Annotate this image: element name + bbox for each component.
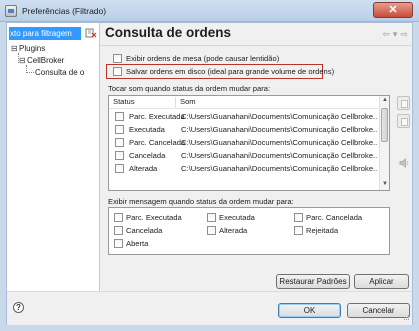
row-checkbox[interactable] <box>115 164 124 173</box>
scroll-down-icon[interactable]: ▼ <box>381 181 389 187</box>
forward-arrow-icon[interactable]: ⇨ <box>400 29 408 39</box>
ok-button[interactable]: OK <box>278 303 341 318</box>
msg-checkbox-cancelada[interactable] <box>114 226 123 235</box>
table-row[interactable]: Executada C:\Users\Guanahani\Documents\C… <box>109 123 381 136</box>
tree-connector <box>26 72 34 73</box>
restore-defaults-button[interactable]: Restaurar Padrões <box>276 274 350 289</box>
table-scrollbar[interactable]: ▲ ▼ <box>379 96 389 190</box>
table-row[interactable]: Parc. Cancelada C:\Users\Guanahani\Docum… <box>109 136 381 149</box>
msg-label: Alterada <box>219 226 248 235</box>
save-orders-disk-label: Salvar ordens em disco (ideal para grand… <box>126 67 335 76</box>
window-title: Preferências (Filtrado) <box>22 6 107 16</box>
row-status: Parc. Executada <box>129 112 185 121</box>
row-status: Parc. Cancelada <box>129 138 186 147</box>
show-desk-orders-checkbox[interactable] <box>113 54 122 63</box>
preferences-tree-pane: ⊟Plugins ⊟CellBroker Consulta de o <box>7 23 100 291</box>
row-status: Cancelada <box>129 151 166 160</box>
msg-label: Cancelada <box>126 226 163 235</box>
row-sound-path: C:\Users\Guanahani\Documents\Comunicação… <box>181 164 377 173</box>
filter-input[interactable] <box>9 27 81 40</box>
msg-label: Parc. Executada <box>126 213 182 222</box>
cancel-button[interactable]: Cancelar <box>347 303 410 318</box>
scroll-up-icon[interactable]: ▲ <box>381 97 389 103</box>
status-column-header[interactable]: Status <box>109 96 175 109</box>
status-sound-table: Status Som Parc. Executada C:\Users\Guan… <box>108 95 390 191</box>
save-orders-disk-checkbox[interactable] <box>113 67 122 76</box>
message-status-list: Parc. Executada Executada Parc. Cancelad… <box>108 207 390 255</box>
table-row[interactable]: Cancelada C:\Users\Guanahani\Documents\C… <box>109 149 381 162</box>
row-sound-path: C:\Users\Guanahani\Documents\Comunicação… <box>181 138 377 147</box>
preference-page: Consulta de ordens ⇦ ▾ ⇨ Exibir ordens de … <box>101 23 414 291</box>
table-row[interactable]: Alterada C:\Users\Guanahani\Documents\Co… <box>109 162 381 175</box>
tree-item-label: Consulta de o <box>35 68 85 77</box>
window-titlebar: Preferências (Filtrado) ✕ <box>0 0 419 22</box>
msg-label: Parc. Cancelada <box>306 213 363 222</box>
edit-sound-button[interactable] <box>397 114 410 128</box>
chevron-down-icon[interactable]: ▾ <box>393 29 398 39</box>
tree-item-consulta-de-ordens[interactable]: Consulta de o <box>35 68 84 77</box>
msg-label: Aberta <box>126 239 149 248</box>
speaker-icon[interactable] <box>398 157 410 169</box>
resize-grip-icon[interactable] <box>402 314 410 322</box>
row-sound-path: C:\Users\Guanahani\Documents\Comunicação… <box>181 112 377 121</box>
dialog-body: ⊟Plugins ⊟CellBroker Consulta de o Consu… <box>6 22 414 325</box>
msg-checkbox-executada[interactable] <box>207 213 216 222</box>
table-row[interactable]: Parc. Executada C:\Users\Guanahani\Docum… <box>109 110 381 123</box>
row-checkbox[interactable] <box>115 112 124 121</box>
row-status: Alterada <box>129 164 158 173</box>
msg-checkbox-parc-cancelada[interactable] <box>294 213 303 222</box>
msg-checkbox-alterada[interactable] <box>207 226 216 235</box>
title-separator <box>101 45 414 46</box>
msg-label: Rejeitada <box>306 226 339 235</box>
row-sound-path: C:\Users\Guanahani\Documents\Comunicação… <box>181 151 377 160</box>
tree-item-plugins[interactable]: ⊟Plugins <box>11 44 45 53</box>
sound-section-label: Tocar som quando status da ordem mudar p… <box>108 84 271 93</box>
message-section-label: Exibir mensagem quando status da ordem m… <box>108 197 294 206</box>
tree-item-label: CellBroker <box>27 56 65 65</box>
apply-button[interactable]: Aplicar <box>354 274 409 289</box>
msg-checkbox-parc-executada[interactable] <box>114 213 123 222</box>
row-checkbox[interactable] <box>115 125 124 134</box>
msg-checkbox-rejeitada[interactable] <box>294 226 303 235</box>
browse-sound-button[interactable] <box>397 96 410 110</box>
msg-label: Executada <box>219 213 255 222</box>
clear-filter-icon[interactable] <box>85 27 97 39</box>
window-close-button[interactable]: ✕ <box>373 2 413 18</box>
show-desk-orders-label: Exibir ordens de mesa (pode causar lenti… <box>126 54 280 63</box>
tree-item-cellbroker[interactable]: ⊟CellBroker <box>19 56 64 65</box>
tree-item-label: Plugins <box>19 44 46 53</box>
help-icon[interactable]: ? <box>13 302 24 313</box>
row-checkbox[interactable] <box>115 138 124 147</box>
row-status: Executada <box>129 125 165 134</box>
back-arrow-icon[interactable]: ⇦ <box>382 29 390 39</box>
app-icon <box>5 5 17 17</box>
page-title: Consulta de ordens <box>105 25 232 40</box>
collapse-icon[interactable]: ⊟ <box>19 56 27 65</box>
row-sound-path: C:\Users\Guanahani\Documents\Comunicação… <box>181 125 377 134</box>
sound-column-header[interactable]: Som <box>176 96 381 109</box>
row-checkbox[interactable] <box>115 151 124 160</box>
scrollbar-thumb[interactable] <box>381 108 388 142</box>
msg-checkbox-aberta[interactable] <box>114 239 123 248</box>
page-navigation: ⇦ ▾ ⇨ <box>379 29 408 40</box>
collapse-icon[interactable]: ⊟ <box>11 44 19 53</box>
